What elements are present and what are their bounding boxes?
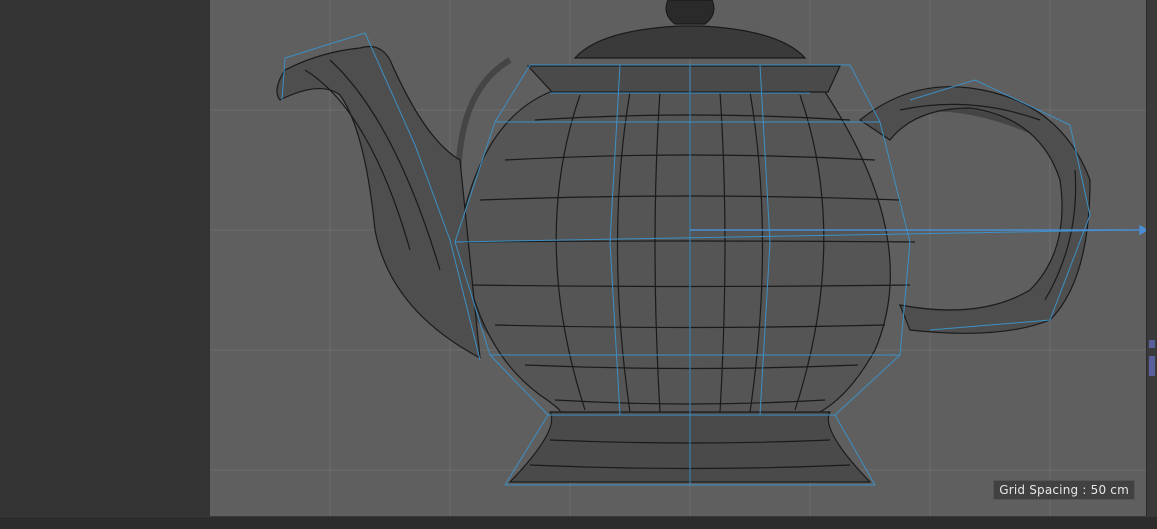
right-scroll-strip[interactable]	[1146, 0, 1157, 516]
grid-spacing-label: Grid Spacing : 50 cm	[993, 480, 1135, 500]
teapot-knob	[665, 0, 715, 25]
strip-marker	[1149, 356, 1155, 376]
teapot-body	[459, 91, 891, 420]
teapot-mesh[interactable]	[276, 0, 1091, 483]
strip-marker	[1149, 340, 1155, 348]
3d-viewport[interactable]: Grid Spacing : 50 cm	[210, 0, 1147, 516]
viewport-canvas[interactable]	[210, 0, 1147, 516]
left-panel	[0, 0, 211, 516]
application-window: Grid Spacing : 50 cm	[0, 0, 1157, 529]
bottom-ruler	[0, 516, 1157, 529]
teapot-lid	[573, 25, 807, 59]
teapot-handle	[858, 86, 1091, 334]
